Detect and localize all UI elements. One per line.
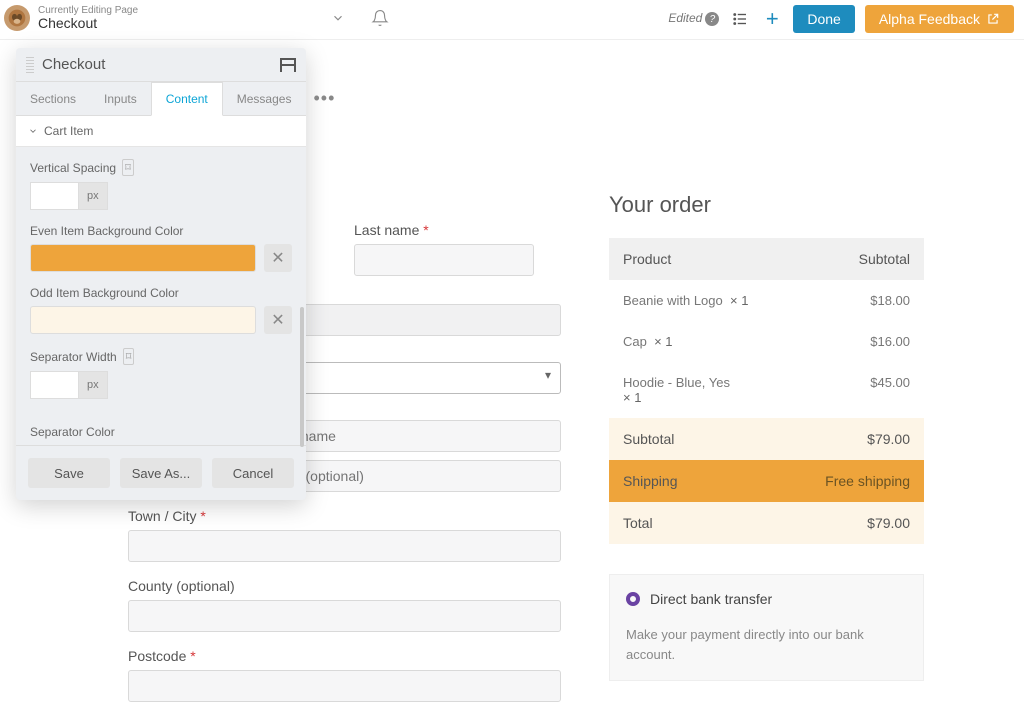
- lastname-input[interactable]: [354, 244, 534, 276]
- accordion-cart-item[interactable]: Cart Item: [16, 116, 306, 147]
- unit-px: px: [78, 371, 108, 399]
- odd-bg-swatch[interactable]: [30, 306, 256, 334]
- cancel-button[interactable]: Cancel: [212, 458, 294, 488]
- panel-tabs: Sections Inputs Content Messages •••: [16, 82, 306, 116]
- tab-sections[interactable]: Sections: [16, 83, 90, 115]
- payment-description: Make your payment directly into our bank…: [626, 625, 907, 664]
- field-even-bg: Even Item Background Color ✕: [30, 224, 292, 272]
- order-summary: Your order Product Subtotal Beanie with …: [609, 80, 924, 718]
- vertical-spacing-label: Vertical Spacing: [30, 161, 116, 175]
- shipping-row: ShippingFree shipping: [609, 460, 924, 502]
- town-input[interactable]: [128, 530, 561, 562]
- even-bg-swatch[interactable]: [30, 244, 256, 272]
- feedback-label: Alpha Feedback: [879, 11, 980, 27]
- top-left: Currently Editing Page Checkout: [4, 5, 392, 31]
- clear-odd-bg[interactable]: ✕: [264, 306, 292, 334]
- field-town: Town / City *: [128, 508, 561, 562]
- table-row: Cap × 1 $16.00: [609, 321, 924, 362]
- external-link-icon: [986, 12, 1000, 26]
- chevron-down-icon: [28, 126, 38, 136]
- tab-messages[interactable]: Messages: [223, 83, 306, 115]
- responsive-icon[interactable]: ⌑: [122, 159, 134, 176]
- field-separator-width: Separator Width ⌑ px: [30, 348, 292, 399]
- table-row: Beanie with Logo × 1 $18.00: [609, 280, 924, 321]
- save-as-button[interactable]: Save As...: [120, 458, 202, 488]
- edited-status: Edited?: [668, 11, 719, 27]
- outline-icon[interactable]: [729, 8, 751, 30]
- town-label: Town / City *: [128, 508, 561, 524]
- col-product: Product: [623, 251, 671, 267]
- total-row: Total$79.00: [609, 502, 924, 544]
- county-label: County (optional): [128, 578, 561, 594]
- help-icon[interactable]: ?: [705, 12, 719, 26]
- table-header: Product Subtotal: [609, 238, 924, 280]
- panel-footer: Save Save As... Cancel: [16, 445, 306, 500]
- separator-width-input[interactable]: [30, 371, 78, 399]
- accordion-body: Vertical Spacing ⌑ px Even Item Backgroun…: [16, 147, 306, 425]
- app-logo: [4, 5, 30, 31]
- top-bar: Currently Editing Page Checkout Edited? …: [0, 0, 1024, 40]
- tab-overflow-icon[interactable]: •••: [305, 88, 343, 109]
- even-bg-label: Even Item Background Color: [30, 224, 183, 238]
- field-vertical-spacing: Vertical Spacing ⌑ px: [30, 159, 292, 210]
- radio-selected-icon: [626, 592, 640, 606]
- scrollbar-thumb[interactable]: [300, 307, 304, 447]
- col-subtotal: Subtotal: [859, 251, 910, 267]
- accordion-label: Cart Item: [44, 124, 93, 138]
- settings-panel: Checkout Sections Inputs Content Message…: [16, 48, 306, 500]
- maximize-icon[interactable]: [280, 58, 296, 72]
- odd-bg-label: Odd Item Background Color: [30, 286, 179, 300]
- payment-box: Direct bank transfer Make your payment d…: [609, 574, 924, 681]
- feedback-button[interactable]: Alpha Feedback: [865, 5, 1014, 33]
- panel-title: Checkout: [42, 56, 280, 73]
- field-postcode: Postcode *: [128, 648, 561, 702]
- county-input[interactable]: [128, 600, 561, 632]
- order-table: Product Subtotal Beanie with Logo × 1 $1…: [609, 238, 924, 544]
- clear-even-bg[interactable]: ✕: [264, 244, 292, 272]
- page-select-chevron-icon[interactable]: [326, 6, 350, 30]
- panel-header[interactable]: Checkout: [16, 48, 306, 82]
- save-button[interactable]: Save: [28, 458, 110, 488]
- notifications-icon[interactable]: [368, 6, 392, 30]
- add-module-button[interactable]: +: [761, 8, 783, 30]
- title-block[interactable]: Currently Editing Page Checkout: [38, 5, 138, 31]
- drag-handle-icon[interactable]: [26, 57, 34, 73]
- payment-method-label: Direct bank transfer: [650, 591, 772, 607]
- table-row: Hoodie - Blue, Yes× 1 $45.00: [609, 362, 924, 418]
- vertical-spacing-input[interactable]: [30, 182, 78, 210]
- top-right: Edited? + Done Alpha Feedback: [668, 5, 1014, 33]
- tab-content[interactable]: Content: [151, 82, 223, 116]
- payment-method-radio[interactable]: Direct bank transfer: [626, 591, 907, 607]
- separator-color-label: Separator Color: [16, 425, 306, 445]
- field-odd-bg: Odd Item Background Color ✕: [30, 286, 292, 334]
- tab-inputs[interactable]: Inputs: [90, 83, 151, 115]
- done-button[interactable]: Done: [793, 5, 854, 33]
- order-title: Your order: [609, 192, 924, 218]
- subtotal-row: Subtotal$79.00: [609, 418, 924, 460]
- separator-width-label: Separator Width: [30, 350, 117, 364]
- responsive-icon[interactable]: ⌑: [123, 348, 135, 365]
- postcode-label: Postcode *: [128, 648, 561, 664]
- field-county: County (optional): [128, 578, 561, 632]
- page-title: Checkout: [38, 16, 138, 31]
- lastname-label: Last name *: [354, 222, 561, 238]
- unit-px: px: [78, 182, 108, 210]
- postcode-input[interactable]: [128, 670, 561, 702]
- field-lastname: Last name *: [354, 222, 561, 276]
